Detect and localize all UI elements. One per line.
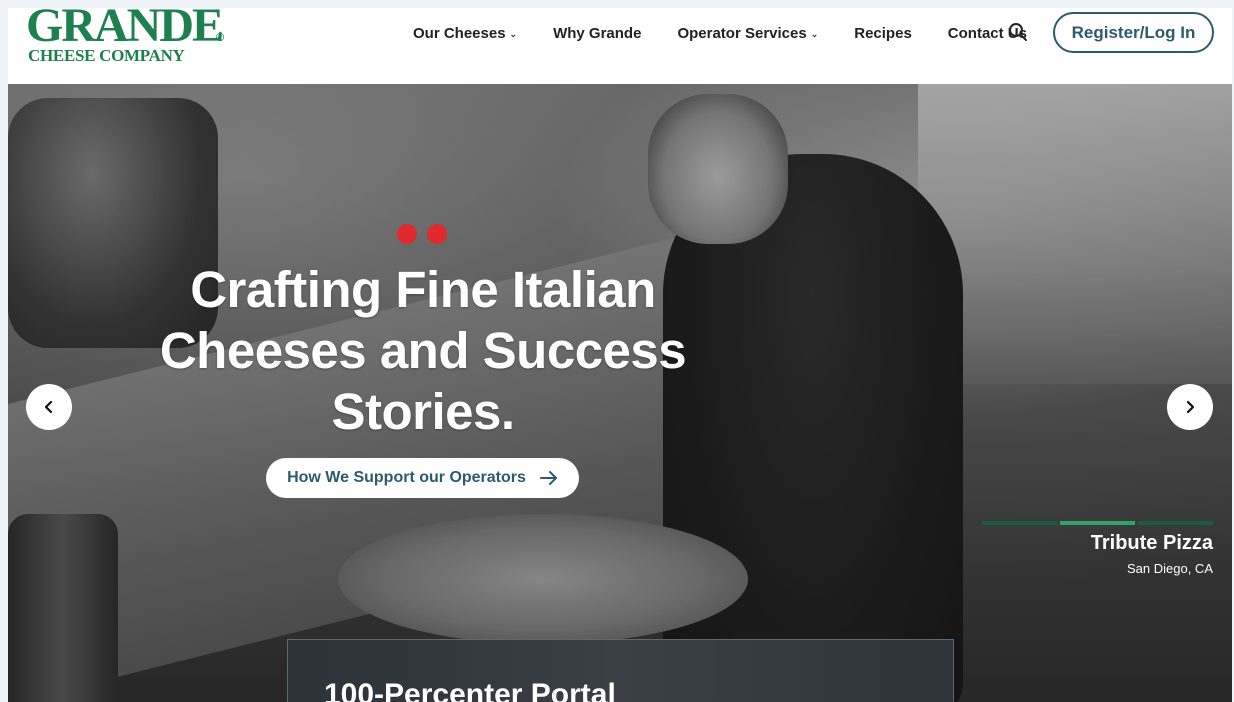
main-nav: Our Cheeses ⌄ Why Grande Operator Servic… bbox=[413, 22, 1027, 44]
chevron-left-icon bbox=[44, 400, 53, 414]
nav-item-label: Why Grande bbox=[553, 24, 642, 42]
hero-carousel: Crafting Fine Italian Cheeses and Succes… bbox=[8, 84, 1232, 702]
hero-title: Crafting Fine Italian Cheeses and Succes… bbox=[159, 261, 687, 440]
chevron-down-icon: ⌄ bbox=[810, 28, 819, 39]
nav-item-operator-services[interactable]: Operator Services ⌄ bbox=[677, 25, 818, 42]
cta-label: How We Support our Operators bbox=[287, 469, 526, 486]
nav-item-label: Operator Services bbox=[677, 24, 807, 42]
slide-indicator-3[interactable] bbox=[1138, 521, 1213, 525]
page-frame: GRANDE ® CHEESE COMPANY Our Cheeses ⌄ Wh… bbox=[8, 8, 1232, 702]
logo-subtitle: CHEESE COMPANY bbox=[28, 46, 185, 65]
chevron-right-icon bbox=[1186, 400, 1195, 414]
nav-item-label: Recipes bbox=[854, 24, 912, 42]
nav-item-why-grande[interactable]: Why Grande bbox=[553, 25, 641, 42]
how-we-support-button[interactable]: How We Support our Operators bbox=[266, 458, 579, 498]
nav-item-recipes[interactable]: Recipes bbox=[854, 25, 912, 42]
chevron-down-icon: ⌄ bbox=[509, 28, 518, 39]
red-dot-icon bbox=[427, 224, 447, 244]
grande-logo[interactable]: GRANDE ® CHEESE COMPANY bbox=[26, 8, 236, 72]
logo-registered-mark: ® bbox=[216, 32, 225, 44]
carousel-next-button[interactable] bbox=[1167, 384, 1213, 430]
arrow-right-icon bbox=[539, 471, 557, 485]
portal-card[interactable]: 100-Percenter Portal bbox=[287, 639, 954, 702]
slide-indicator-2[interactable] bbox=[1060, 521, 1135, 525]
slide-indicator-1[interactable] bbox=[982, 521, 1057, 525]
slide-progress bbox=[982, 521, 1216, 525]
logo-wordmark: GRANDE bbox=[26, 8, 224, 52]
carousel-prev-button[interactable] bbox=[26, 384, 72, 430]
register-login-button[interactable]: Register/Log In bbox=[1053, 12, 1214, 53]
decorative-dots bbox=[397, 224, 457, 244]
portal-title: 100-Percenter Portal bbox=[324, 678, 616, 702]
slide-caption-name: Tribute Pizza bbox=[1090, 532, 1213, 554]
nav-item-label: Our Cheeses bbox=[413, 24, 506, 42]
slide-caption-location: San Diego, CA bbox=[1127, 561, 1213, 576]
nav-item-our-cheeses[interactable]: Our Cheeses ⌄ bbox=[413, 25, 517, 42]
site-header: GRANDE ® CHEESE COMPANY Our Cheeses ⌄ Wh… bbox=[8, 8, 1232, 84]
search-icon[interactable] bbox=[1008, 22, 1028, 42]
red-dot-icon bbox=[397, 224, 417, 244]
